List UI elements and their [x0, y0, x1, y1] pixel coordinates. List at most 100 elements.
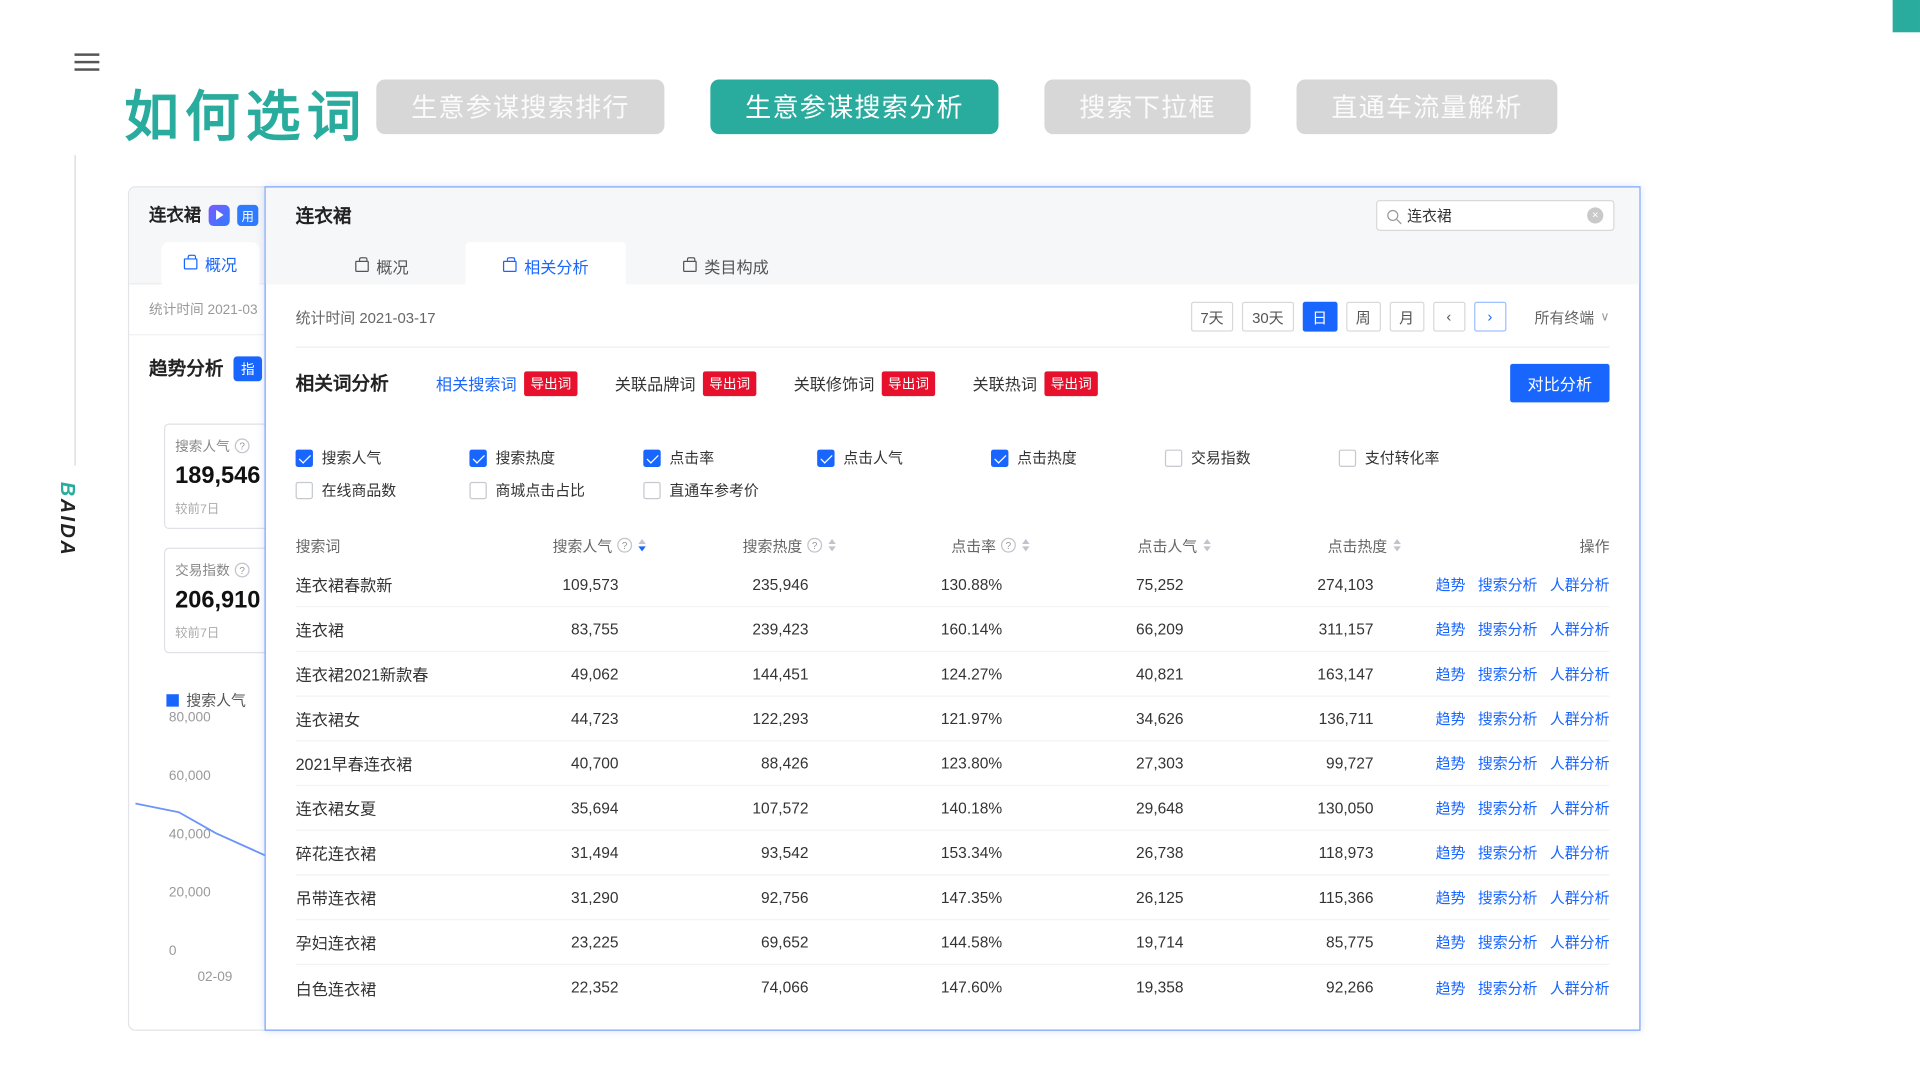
- word-tab-label: 关联修饰词: [794, 371, 875, 395]
- trend-link[interactable]: 趋势: [1436, 753, 1466, 774]
- crowd-analysis-link[interactable]: 人群分析: [1550, 708, 1610, 729]
- unit-day-button[interactable]: 日: [1302, 302, 1337, 332]
- unit-month-button[interactable]: 月: [1389, 302, 1424, 332]
- export-words-badge[interactable]: 导出词: [703, 371, 756, 396]
- nav-search-dropdown[interactable]: 搜索下拉框: [1044, 79, 1250, 134]
- col-click-heat[interactable]: 点击热度: [1216, 535, 1406, 556]
- word-tab-hot[interactable]: 关联热词 导出词: [972, 371, 1097, 396]
- search-analysis-link[interactable]: 搜索分析: [1478, 663, 1538, 684]
- trend-link[interactable]: 趋势: [1436, 574, 1466, 595]
- nav-sycm-search-rank[interactable]: 生意参谋搜索排行: [376, 79, 664, 134]
- sort-icon[interactable]: [1022, 539, 1029, 551]
- checkbox-online-products[interactable]: 在线商品数: [296, 479, 470, 500]
- range-30d-button[interactable]: 30天: [1242, 302, 1293, 332]
- click-heat-cell: 311,157: [1216, 620, 1406, 637]
- crowd-analysis-link[interactable]: 人群分析: [1550, 663, 1610, 684]
- checkbox-search-popularity[interactable]: 搜索人气: [296, 447, 470, 468]
- export-words-badge[interactable]: 导出词: [524, 371, 577, 396]
- crowd-analysis-link[interactable]: 人群分析: [1550, 931, 1610, 952]
- search-input[interactable]: 连衣裙 ×: [1376, 200, 1614, 231]
- clear-icon[interactable]: ×: [1587, 207, 1603, 223]
- trend-link[interactable]: 趋势: [1436, 618, 1466, 639]
- crowd-analysis-link[interactable]: 人群分析: [1550, 753, 1610, 774]
- checkbox-mall-click-share[interactable]: 商城点击占比: [469, 479, 643, 500]
- col-click-popularity[interactable]: 点击人气: [1035, 535, 1216, 556]
- info-icon[interactable]: ?: [807, 538, 822, 553]
- range-7d-button[interactable]: 7天: [1190, 302, 1233, 332]
- keywords-table: 搜索词 搜索人气? 搜索热度? 点击率? 点击人气 点击热度 操作 连衣裙春款新…: [296, 528, 1610, 1010]
- crowd-analysis-link[interactable]: 人群分析: [1550, 887, 1610, 908]
- checkbox-label: 交易指数: [1191, 447, 1251, 468]
- search-analysis-link[interactable]: 搜索分析: [1478, 931, 1538, 952]
- terminal-select[interactable]: 所有终端 ∨: [1535, 306, 1610, 327]
- info-icon[interactable]: ?: [617, 538, 632, 553]
- checkbox-ctr[interactable]: 点击率: [643, 447, 817, 468]
- info-icon[interactable]: ?: [235, 563, 250, 578]
- export-words-badge[interactable]: 导出词: [882, 371, 935, 396]
- search-analysis-link[interactable]: 搜索分析: [1478, 797, 1538, 818]
- crowd-analysis-link[interactable]: 人群分析: [1550, 574, 1610, 595]
- nav-sycm-search-analysis[interactable]: 生意参谋搜索分析: [710, 79, 998, 134]
- tab-related-analysis[interactable]: 相关分析: [466, 242, 626, 292]
- col-keyword: 搜索词: [296, 535, 482, 556]
- checkbox-icon: [991, 449, 1008, 466]
- sort-icon[interactable]: [1393, 539, 1400, 551]
- side-tab-overview[interactable]: 概况: [161, 242, 259, 287]
- sort-icon[interactable]: [1203, 539, 1210, 551]
- metric-card-trade-index[interactable]: 交易指数? 206,910 较前7日: [164, 548, 271, 654]
- search-analysis-link[interactable]: 搜索分析: [1478, 753, 1538, 774]
- word-tab-modifier[interactable]: 关联修饰词 导出词: [794, 371, 936, 396]
- sort-icon[interactable]: [828, 539, 835, 551]
- crowd-analysis-link[interactable]: 人群分析: [1550, 797, 1610, 818]
- trend-link[interactable]: 趋势: [1436, 842, 1466, 863]
- search-pop-cell: 49,062: [482, 665, 651, 682]
- search-analysis-link[interactable]: 搜索分析: [1478, 887, 1538, 908]
- search-analysis-link[interactable]: 搜索分析: [1478, 618, 1538, 639]
- trend-link[interactable]: 趋势: [1436, 797, 1466, 818]
- unit-week-button[interactable]: 周: [1346, 302, 1381, 332]
- search-analysis-link[interactable]: 搜索分析: [1478, 708, 1538, 729]
- trend-link[interactable]: 趋势: [1436, 663, 1466, 684]
- nav-ztc-traffic[interactable]: 直通车流量解析: [1297, 79, 1558, 134]
- word-tab-label: 关联品牌词: [615, 371, 696, 395]
- search-analysis-link[interactable]: 搜索分析: [1478, 574, 1538, 595]
- click-heat-cell: 130,050: [1216, 799, 1406, 816]
- col-ctr[interactable]: 点击率?: [841, 535, 1035, 556]
- checkbox-pay-conversion[interactable]: 支付转化率: [1339, 447, 1513, 468]
- keyword-cell: 连衣裙女: [296, 707, 482, 731]
- crowd-analysis-link[interactable]: 人群分析: [1550, 842, 1610, 863]
- search-analysis-link[interactable]: 搜索分析: [1478, 977, 1538, 998]
- export-words-badge[interactable]: 导出词: [1045, 371, 1098, 396]
- search-pop-cell: 40,700: [482, 754, 651, 771]
- checkbox-ztc-ref-price[interactable]: 直通车参考价: [643, 479, 817, 500]
- prev-icon[interactable]: ‹: [1433, 302, 1465, 332]
- crowd-analysis-link[interactable]: 人群分析: [1550, 618, 1610, 639]
- trend-link[interactable]: 趋势: [1436, 931, 1466, 952]
- next-icon[interactable]: ›: [1474, 302, 1506, 332]
- info-icon[interactable]: ?: [1001, 538, 1016, 553]
- trend-link[interactable]: 趋势: [1436, 887, 1466, 908]
- metric-card-search-popularity[interactable]: 搜索人气? 189,546 较前7日: [164, 423, 271, 529]
- checkbox-click-popularity[interactable]: 点击人气: [817, 447, 991, 468]
- col-search-heat[interactable]: 搜索热度?: [651, 535, 841, 556]
- tab-category-composition[interactable]: 类目构成: [646, 242, 806, 292]
- compare-analysis-button[interactable]: 对比分析: [1510, 364, 1609, 402]
- checkbox-search-heat[interactable]: 搜索热度: [469, 447, 643, 468]
- sort-icon[interactable]: [638, 539, 645, 551]
- menu-icon[interactable]: [75, 53, 100, 75]
- checkbox-trade-index[interactable]: 交易指数: [1165, 447, 1339, 468]
- crowd-analysis-link[interactable]: 人群分析: [1550, 977, 1610, 998]
- word-tab-brand[interactable]: 关联品牌词 导出词: [615, 371, 757, 396]
- search-value[interactable]: 连衣裙: [1407, 205, 1578, 226]
- checkbox-click-heat[interactable]: 点击热度: [991, 447, 1165, 468]
- click-pop-cell: 75,252: [1035, 576, 1216, 593]
- trend-link[interactable]: 趋势: [1436, 708, 1466, 729]
- col-search-popularity[interactable]: 搜索人气?: [482, 535, 651, 556]
- trend-link[interactable]: 趋势: [1436, 977, 1466, 998]
- checkbox-label: 在线商品数: [322, 479, 397, 500]
- tab-overview[interactable]: 概况: [318, 242, 446, 292]
- search-analysis-link[interactable]: 搜索分析: [1478, 842, 1538, 863]
- info-icon[interactable]: ?: [235, 438, 250, 453]
- word-tab-related-search[interactable]: 相关搜索词 导出词: [436, 371, 578, 396]
- stat-time: 统计时间 2021-03-17: [296, 306, 436, 327]
